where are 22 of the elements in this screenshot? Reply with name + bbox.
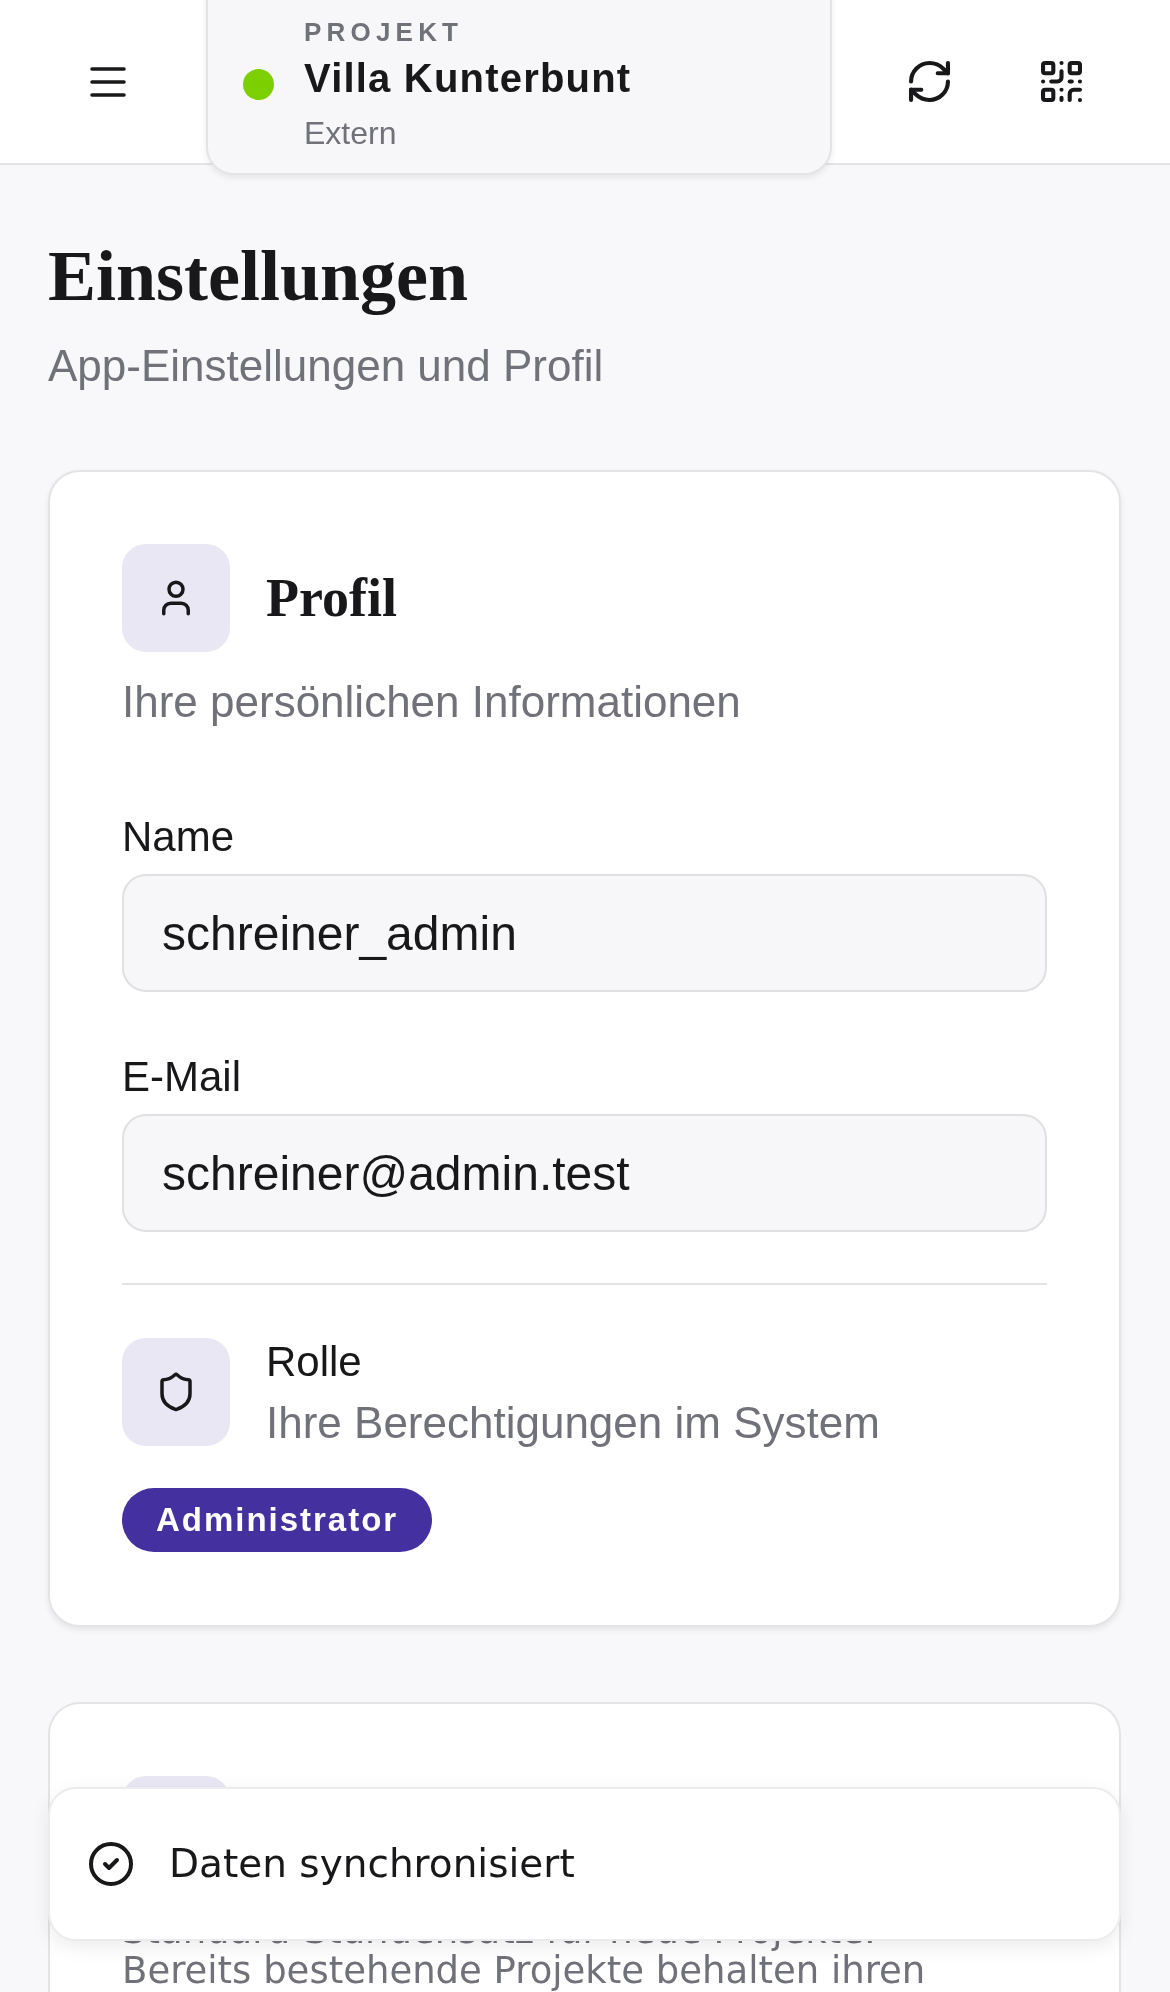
menu-icon[interactable] [90, 66, 126, 97]
role-badge: Administrator [122, 1488, 433, 1552]
card-title: Profil [266, 567, 397, 630]
field-label: Name [122, 813, 236, 861]
page-title: Einstellungen [48, 236, 470, 316]
input-field[interactable]: schreiner_admin [122, 874, 1047, 992]
project-label: PROJEKT [304, 16, 465, 49]
check-circle-icon [89, 1842, 133, 1886]
refresh-icon[interactable] [909, 61, 950, 102]
toast-message: Daten synchronisiert [169, 1840, 575, 1888]
field-label: E-Mail [122, 1053, 242, 1101]
project-type: Extern [304, 114, 398, 153]
role-description: Ihre Berechtigungen im System [266, 1397, 880, 1449]
qr-code-icon[interactable] [1041, 61, 1082, 102]
input-field[interactable]: schreiner@admin.test [122, 1114, 1047, 1232]
page-subtitle: App-Einstellungen und Profil [48, 340, 605, 392]
role-title: Rolle [266, 1338, 363, 1386]
user-icon [122, 544, 230, 652]
project-selector[interactable]: PROJEKT Villa Kunterbunt Extern [206, 0, 832, 175]
shield-icon [122, 1338, 230, 1446]
project-name: Villa Kunterbunt [304, 55, 632, 102]
card-description: Ihre persönlichen Informationen [122, 676, 742, 728]
